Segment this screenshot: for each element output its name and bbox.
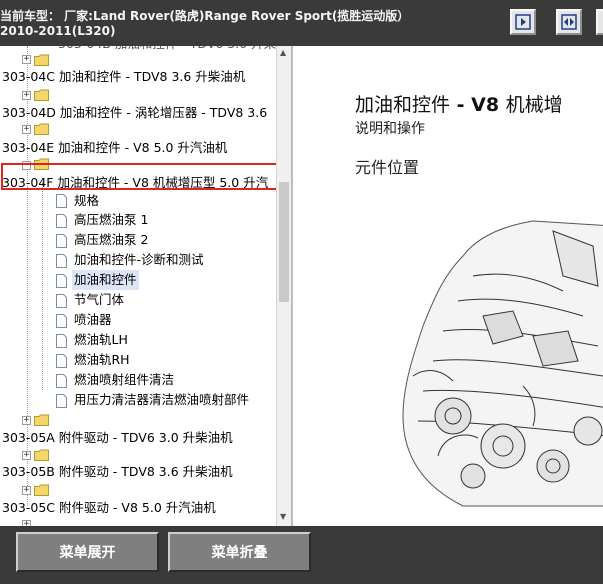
document-icon <box>56 294 67 308</box>
scroll-up-icon[interactable]: ▲ <box>280 48 286 57</box>
document-icon <box>56 194 67 208</box>
folder-icon <box>34 89 49 101</box>
tree-leaf[interactable]: 喷油器 <box>74 310 112 330</box>
tree-leaf[interactable]: 用压力清洁器清洁燃油喷射部件 <box>74 390 249 410</box>
current-model-label: 当前车型： 厂家:Land Rover(路虎)Range Rover Sport… <box>0 9 410 38</box>
collapse-menu-button[interactable]: 菜单折叠 <box>168 532 311 572</box>
expand-icon[interactable]: + <box>22 125 31 134</box>
footer-bar: 菜单展开 菜单折叠 <box>0 526 603 584</box>
document-section: 元件位置 <box>355 158 420 177</box>
folder-icon <box>34 484 49 496</box>
tree-leaf[interactable]: 高压燃油泵 1 <box>74 210 148 230</box>
document-icon <box>56 394 67 408</box>
document-icon <box>56 354 67 368</box>
fit-width-button[interactable] <box>556 9 582 35</box>
folder-icon <box>34 449 49 461</box>
document-icon <box>56 334 67 348</box>
document-icon <box>56 254 67 268</box>
menu-tree: 303-04B 加油和控件 - TDV6 3.0 升柴油机 + 303-04C … <box>0 46 276 526</box>
expand-icon[interactable]: + <box>22 486 31 495</box>
tree-leaf[interactable]: 高压燃油泵 2 <box>74 230 148 250</box>
tree-item-303-05c[interactable]: 303-05C 附件驱动 - V8 5.0 升汽油机 <box>2 498 216 518</box>
expand-menu-button[interactable]: 菜单展开 <box>16 532 159 572</box>
highlight-box <box>1 163 286 190</box>
title-prefix: 加油和控件 <box>355 94 451 116</box>
title-bar: 当前车型： 厂家:Land Rover(路虎)Range Rover Sport… <box>0 0 603 46</box>
tree-scrollbar[interactable]: ▲ ▼ <box>276 46 291 526</box>
folder-icon <box>34 54 49 66</box>
engine-illustration <box>402 220 603 507</box>
next-page-icon <box>515 14 531 30</box>
tree-item-303-04c[interactable]: 303-04C 加油和控件 - TDV8 3.6 升柴油机 <box>2 67 245 87</box>
close-button[interactable] <box>596 9 603 35</box>
expand-icon[interactable]: + <box>22 416 31 425</box>
tree-item-303-04e[interactable]: 303-04E 加油和控件 - V8 5.0 升汽油机 <box>2 138 227 158</box>
scroll-thumb[interactable] <box>279 182 289 302</box>
title-suffix: 机械增 <box>505 94 563 116</box>
next-page-button[interactable] <box>510 9 536 35</box>
tree-item-cut[interactable]: 303-04B 加油和控件 - TDV6 3.0 升柴油机 <box>58 46 276 54</box>
tree-leaf[interactable]: 节气门体 <box>74 290 124 310</box>
title-bold: - V8 <box>450 94 506 116</box>
tree-item-303-05a[interactable]: 303-05A 附件驱动 - TDV6 3.0 升柴油机 <box>2 428 233 448</box>
tree-leaf-selected[interactable]: 加油和控件 <box>72 270 139 290</box>
tree-leaf[interactable]: 燃油喷射组件清洁 <box>74 370 174 390</box>
folder-icon <box>34 414 49 426</box>
tree-item-303-04d[interactable]: 303-04D 加油和控件 - 涡轮增压器 - TDV8 3.6 <box>2 103 267 123</box>
tree-leaf[interactable]: 燃油轨RH <box>74 350 130 370</box>
scroll-down-icon[interactable]: ▼ <box>280 512 286 521</box>
expand-icon[interactable]: + <box>22 55 31 64</box>
tree-connector <box>42 182 43 390</box>
tree-leaf[interactable]: 加油和控件-诊断和测试 <box>74 250 204 270</box>
folder-icon <box>34 123 49 135</box>
document-icon <box>56 274 67 288</box>
document-icon <box>56 314 67 328</box>
tree-leaf[interactable]: 燃油轨LH <box>74 330 128 350</box>
document-title: 加油和控件 - V8 机械增 <box>355 90 563 117</box>
fit-width-icon <box>561 14 577 30</box>
expand-icon[interactable]: + <box>22 451 31 460</box>
document-pane: 加油和控件 - V8 机械增 说明和操作 元件位置 <box>293 46 603 526</box>
expand-icon[interactable]: + <box>22 91 31 100</box>
document-icon <box>56 234 67 248</box>
tree-item-303-05b[interactable]: 303-05B 附件驱动 - TDV8 3.6 升柴油机 <box>2 462 233 482</box>
document-subtitle: 说明和操作 <box>355 121 425 137</box>
tree-leaf[interactable]: 规格 <box>74 191 99 211</box>
document-icon <box>56 374 67 388</box>
document-icon <box>56 214 67 228</box>
